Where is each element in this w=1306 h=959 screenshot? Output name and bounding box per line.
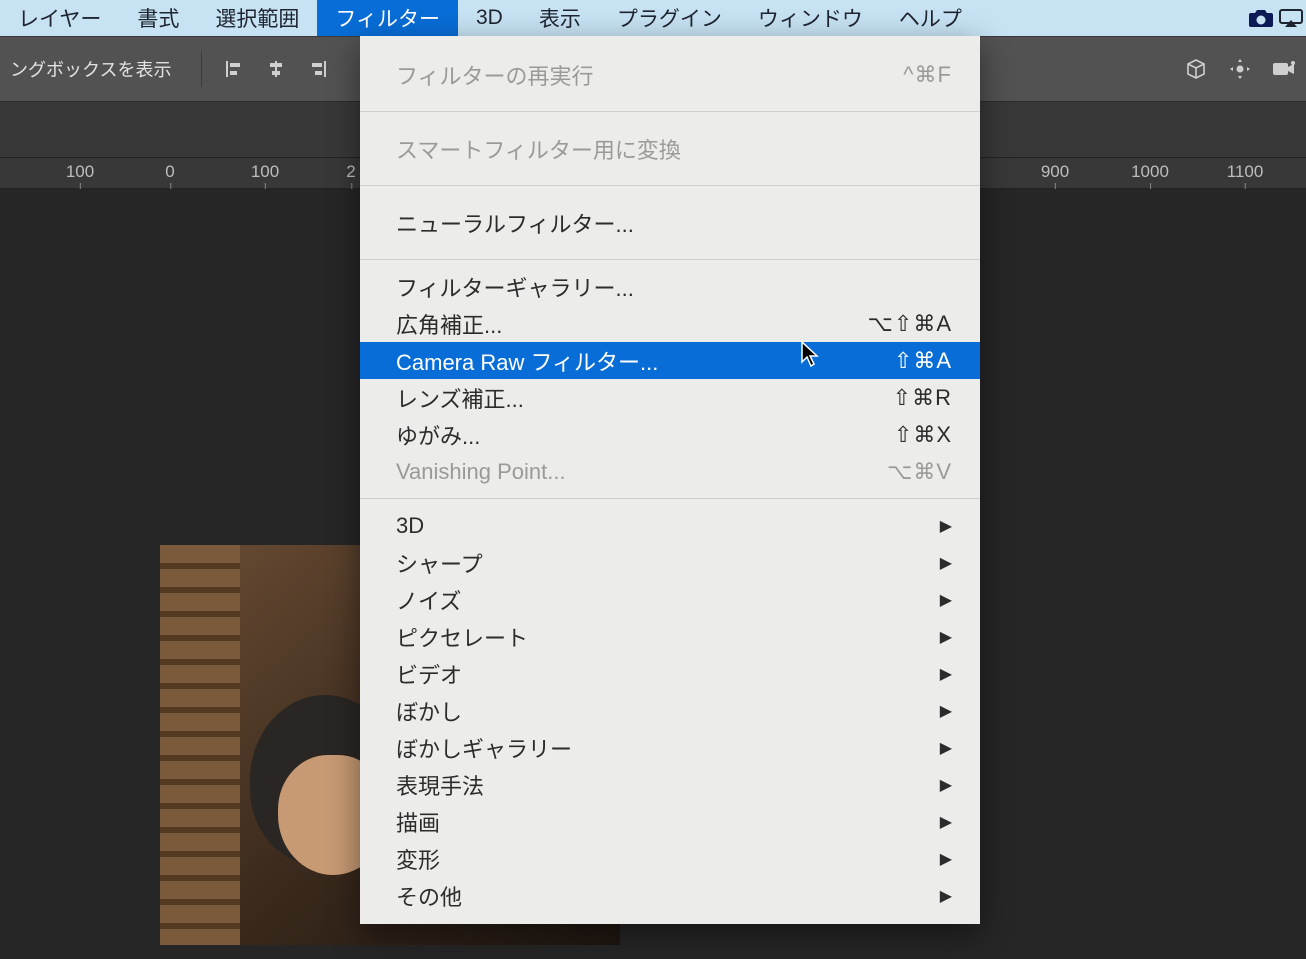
filter-menu-dropdown: フィルターの再実行 ^⌘F スマートフィルター用に変換ニューラルフィルター... フィ… — [360, 36, 980, 924]
ruler-tick: 900 — [1041, 162, 1069, 182]
ruler-tick: 100 — [66, 162, 94, 182]
menu-item-label: ノイズ — [396, 584, 461, 616]
menu-フィルター[interactable]: フィルター — [317, 0, 458, 36]
menu-item-label: その他 — [396, 880, 462, 912]
ruler-tick: 1000 — [1131, 162, 1169, 182]
ruler-tick: 1100 — [1227, 162, 1264, 182]
menubar: レイヤー書式選択範囲フィルター3D表示プラグインウィンドウヘルプ — [0, 0, 1306, 36]
submenu-arrow-icon: ▶ — [940, 812, 952, 832]
menu-separator — [360, 111, 980, 112]
submenu-arrow-icon: ▶ — [940, 516, 952, 536]
menu-item-その他[interactable]: その他 ▶ — [360, 877, 980, 914]
menu-item-ぼかし[interactable]: ぼかし ▶ — [360, 692, 980, 729]
menu-item-shortcut: ⌥⇧⌘A — [868, 311, 952, 337]
menu-item-3D[interactable]: 3D ▶ — [360, 507, 980, 544]
submenu-arrow-icon: ▶ — [940, 849, 952, 869]
align-center-icon[interactable] — [264, 57, 288, 81]
menu-item-フィルターの再実行: フィルターの再実行 ^⌘F — [360, 46, 980, 103]
menu-item-shortcut: ⇧⌘X — [894, 422, 952, 448]
menu-item-label: レンズ補正... — [396, 382, 524, 414]
menu-item-label: シャープ — [396, 547, 483, 579]
menu-item-label: ビデオ — [396, 658, 462, 690]
menu-item-shortcut: ^⌘F — [903, 62, 952, 88]
menu-item-label: 3D — [396, 513, 424, 539]
menu-item-描画[interactable]: 描画 ▶ — [360, 803, 980, 840]
airplay-icon[interactable] — [1276, 8, 1306, 28]
menu-item-シャープ[interactable]: シャープ ▶ — [360, 544, 980, 581]
menu-ヘルプ[interactable]: ヘルプ — [881, 0, 980, 36]
menu-item-ビデオ[interactable]: ビデオ ▶ — [360, 655, 980, 692]
align-group — [222, 57, 330, 81]
menu-item-ピクセレート[interactable]: ピクセレート ▶ — [360, 618, 980, 655]
ruler-tick: 0 — [165, 162, 174, 182]
menu-item-shortcut: ⌥⌘V — [887, 459, 952, 485]
menu-3D[interactable]: 3D — [458, 0, 521, 36]
menu-item-変形[interactable]: 変形 ▶ — [360, 840, 980, 877]
menu-item-label: ゆがみ... — [396, 419, 480, 451]
menu-表示[interactable]: 表示 — [521, 0, 599, 36]
menu-separator — [360, 498, 980, 499]
menu-item-label: Camera Raw フィルター... — [396, 345, 658, 377]
menu-item-label: フィルターギャラリー... — [396, 271, 634, 303]
menu-item-label: ピクセレート — [396, 621, 528, 653]
3d-orbit-icon[interactable] — [1228, 57, 1252, 81]
submenu-arrow-icon: ▶ — [940, 553, 952, 573]
camera-status-icon[interactable] — [1246, 8, 1276, 28]
menu-item-Camera Raw フィルター...[interactable]: Camera Raw フィルター... ⇧⌘A — [360, 342, 980, 379]
menu-item-label: 表現手法 — [396, 769, 484, 801]
camera-record-icon[interactable] — [1272, 57, 1296, 81]
menu-item-Vanishing Point...: Vanishing Point... ⌥⌘V — [360, 453, 980, 490]
menu-item-label: Vanishing Point... — [396, 459, 566, 485]
menu-item-label: ぼかしギャラリー — [396, 732, 572, 764]
menu-item-label: 描画 — [396, 806, 440, 838]
menu-item-レンズ補正...[interactable]: レンズ補正... ⇧⌘R — [360, 379, 980, 416]
menu-item-shortcut: ⇧⌘R — [893, 385, 952, 411]
menu-separator — [360, 185, 980, 186]
menu-item-label: スマートフィルター用に変換 — [396, 133, 681, 165]
align-right-icon[interactable] — [306, 57, 330, 81]
menu-item-ぼかしギャラリー[interactable]: ぼかしギャラリー ▶ — [360, 729, 980, 766]
menu-選択範囲[interactable]: 選択範囲 — [197, 0, 317, 36]
submenu-arrow-icon: ▶ — [940, 627, 952, 647]
menu-item-スマートフィルター用に変換: スマートフィルター用に変換 — [360, 120, 980, 177]
ruler-tick: 2 — [346, 162, 355, 182]
menu-item-ノイズ[interactable]: ノイズ ▶ — [360, 581, 980, 618]
menu-item-ニューラルフィルター...[interactable]: ニューラルフィルター... — [360, 194, 980, 251]
submenu-arrow-icon: ▶ — [940, 664, 952, 684]
align-left-icon[interactable] — [222, 57, 246, 81]
3d-mode-icon[interactable] — [1184, 57, 1208, 81]
menu-レイヤー[interactable]: レイヤー — [0, 0, 119, 36]
submenu-arrow-icon: ▶ — [940, 590, 952, 610]
menu-item-shortcut: ⇧⌘A — [894, 348, 952, 374]
menu-item-label: フィルターの再実行 — [396, 59, 594, 91]
menu-item-label: ニューラルフィルター... — [396, 207, 634, 239]
menu-item-label: 変形 — [396, 843, 440, 875]
menu-item-表現手法[interactable]: 表現手法 ▶ — [360, 766, 980, 803]
menu-書式[interactable]: 書式 — [119, 0, 197, 36]
submenu-arrow-icon: ▶ — [940, 775, 952, 795]
submenu-arrow-icon: ▶ — [940, 886, 952, 906]
ruler-tick: 100 — [251, 162, 279, 182]
menu-item-label: ぼかし — [396, 695, 462, 727]
menu-プラグイン[interactable]: プラグイン — [599, 0, 740, 36]
menu-separator — [360, 259, 980, 260]
menu-item-ゆがみ...[interactable]: ゆがみ... ⇧⌘X — [360, 416, 980, 453]
submenu-arrow-icon: ▶ — [940, 701, 952, 721]
menu-item-フィルターギャラリー...[interactable]: フィルターギャラリー... — [360, 268, 980, 305]
menu-ウィンドウ[interactable]: ウィンドウ — [740, 0, 881, 36]
submenu-arrow-icon: ▶ — [940, 738, 952, 758]
menu-item-広角補正...[interactable]: 広角補正... ⌥⇧⌘A — [360, 305, 980, 342]
options-bar-label: ングボックスを表示 — [10, 56, 171, 82]
menu-item-label: 広角補正... — [396, 308, 502, 340]
